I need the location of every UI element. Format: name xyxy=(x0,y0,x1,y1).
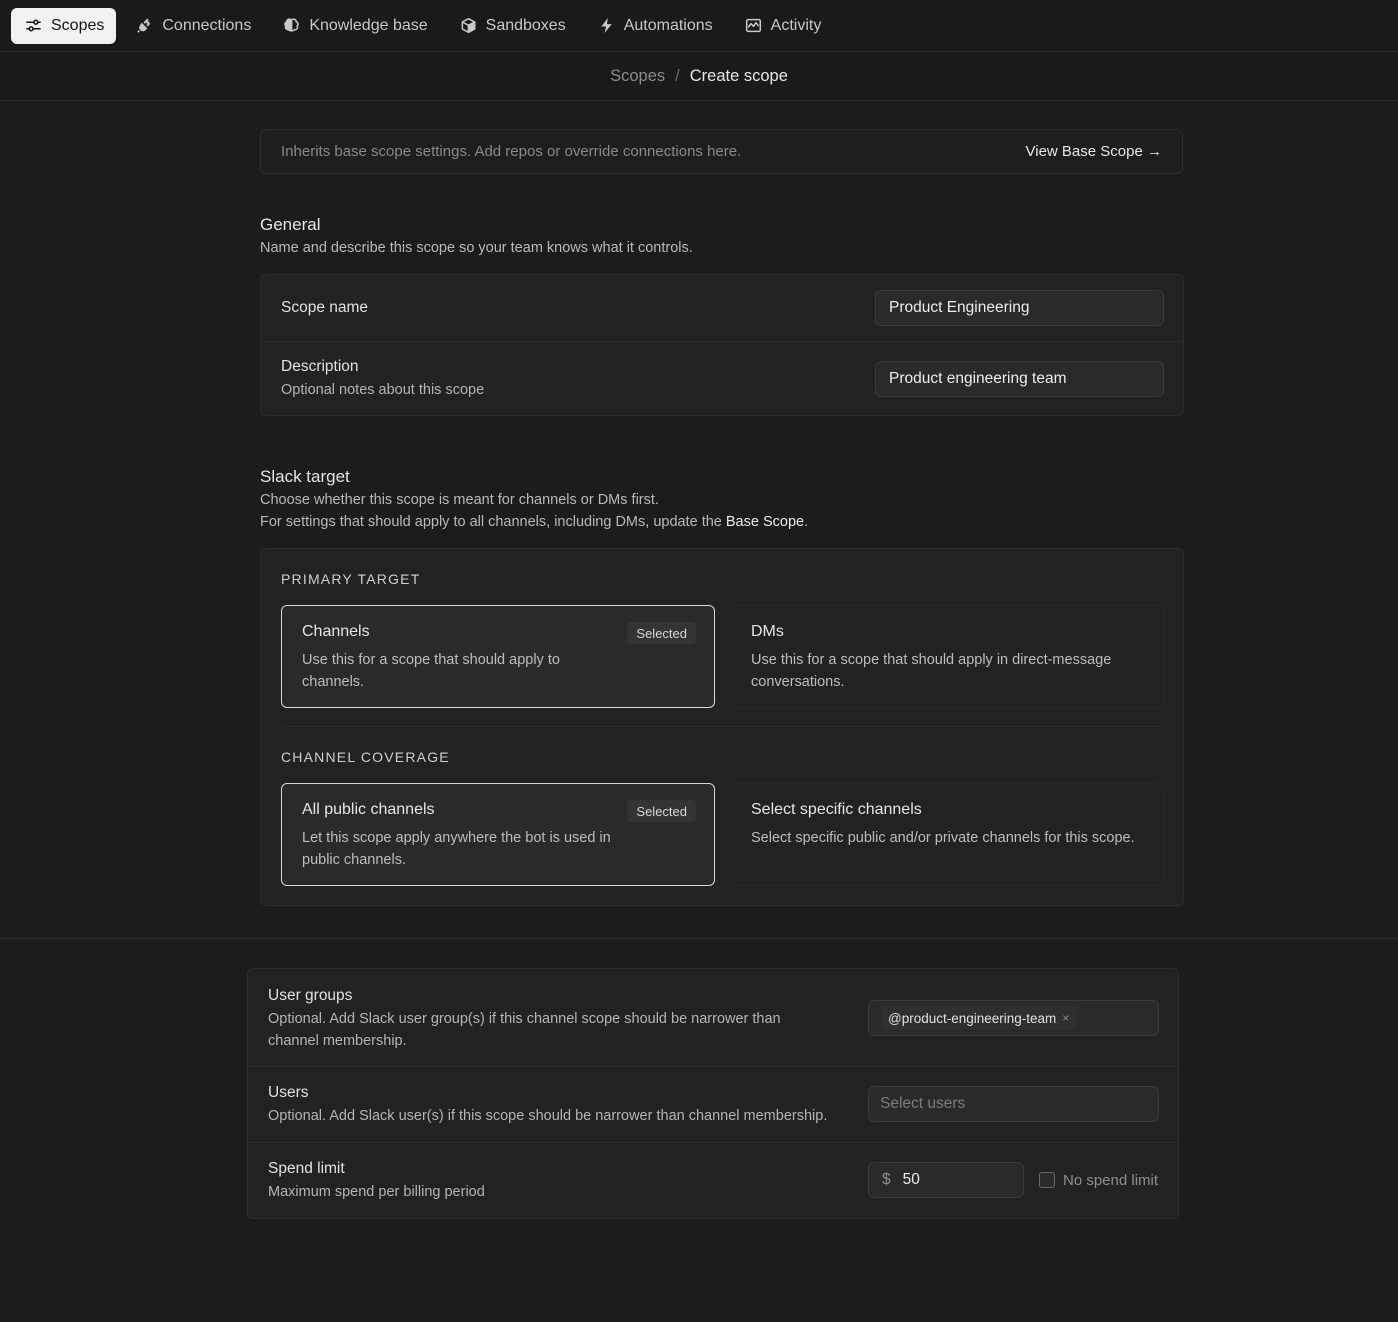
users-label: Users xyxy=(268,1084,309,1101)
description-label: Description xyxy=(281,358,359,375)
general-section-title: General xyxy=(260,215,321,234)
arrow-right-icon: → xyxy=(1147,143,1162,160)
option-dms-title: DMs xyxy=(751,623,784,640)
user-groups-input[interactable]: @product-engineering-team × xyxy=(868,1000,1159,1036)
tab-scopes-label: Scopes xyxy=(51,16,105,34)
slack-target-title: Slack target xyxy=(260,467,350,486)
tab-sandboxes-label: Sandboxes xyxy=(485,16,566,34)
spend-limit-label: Spend limit xyxy=(268,1160,345,1177)
inherit-banner: Inherits base scope settings. Add repos … xyxy=(260,129,1183,174)
breadcrumb: Scopes / Create scope xyxy=(0,53,1398,101)
view-base-scope-link[interactable]: View Base Scope → xyxy=(1026,143,1162,160)
option-all-public-title: All public channels xyxy=(302,801,435,818)
row-divider xyxy=(248,1066,1178,1067)
selected-badge: Selected xyxy=(627,622,696,644)
inherit-banner-text: Inherits base scope settings. Add repos … xyxy=(281,143,742,160)
users-placeholder: Select users xyxy=(880,1095,966,1112)
base-scope-emphasis: Base Scope xyxy=(725,514,805,530)
spend-limit-value: 50 xyxy=(902,1171,920,1188)
row-divider xyxy=(261,341,1183,342)
section-divider xyxy=(281,726,1164,727)
spend-limit-input[interactable]: $ 50 xyxy=(868,1162,1024,1198)
option-select-specific-channels[interactable]: Select specific channels Select specific… xyxy=(730,783,1164,886)
page-divider xyxy=(0,938,1398,939)
lightning-icon xyxy=(601,17,612,34)
option-channels-desc: Use this for a scope that should apply t… xyxy=(302,652,560,690)
cube-icon xyxy=(461,17,476,34)
users-select[interactable]: Select users xyxy=(868,1086,1159,1122)
restrictions-card: User groups Optional. Add Slack user gro… xyxy=(247,968,1179,1219)
plug-icon xyxy=(137,18,151,33)
slack-target-card: PRIMARY TARGET Channels Selected Use thi… xyxy=(260,548,1184,906)
spend-limit-sub: Maximum spend per billing period xyxy=(268,1184,485,1200)
scope-name-label: Scope name xyxy=(281,299,369,316)
description-input[interactable]: Product engineering team xyxy=(875,361,1164,397)
option-channels[interactable]: Channels Selected Use this for a scope t… xyxy=(281,605,715,708)
activity-chart-icon xyxy=(745,18,761,33)
view-base-scope-label: View Base Scope xyxy=(1025,143,1143,160)
user-groups-label: User groups xyxy=(268,987,353,1004)
slack-target-desc-suffix: . xyxy=(804,514,809,530)
tab-knowledge-base[interactable]: Knowledge base xyxy=(269,8,439,44)
description-value: Product engineering team xyxy=(889,370,1067,387)
no-spend-limit-checkbox[interactable] xyxy=(1039,1172,1055,1188)
tab-scopes[interactable]: Scopes xyxy=(11,7,117,44)
page-title: Create scope xyxy=(689,67,788,85)
scope-name-input[interactable]: Product Engineering xyxy=(875,290,1164,326)
general-section-description: Name and describe this scope so your tea… xyxy=(260,240,693,256)
selected-badge: Selected xyxy=(627,800,696,822)
tab-activity-label: Activity xyxy=(770,16,822,34)
slack-target-desc-line1: Choose whether this scope is meant for c… xyxy=(260,492,659,508)
users-sub: Optional. Add Slack user(s) if this scop… xyxy=(268,1108,828,1124)
option-specific-title: Select specific channels xyxy=(751,801,922,818)
user-group-chip-label: @product-engineering-team xyxy=(888,1010,1057,1026)
currency-symbol: $ xyxy=(882,1171,891,1188)
tab-automations-label: Automations xyxy=(623,16,713,34)
no-spend-limit-label[interactable]: No spend limit xyxy=(1063,1172,1158,1189)
tab-sandboxes[interactable]: Sandboxes xyxy=(446,8,578,44)
general-card: Scope name Product Engineering Descripti… xyxy=(260,274,1184,416)
option-dms-desc: Use this for a scope that should apply i… xyxy=(751,652,1112,690)
primary-target-heading: PRIMARY TARGET xyxy=(281,571,421,587)
option-specific-desc: Select specific public and/or private ch… xyxy=(751,830,1135,846)
breadcrumb-scopes-link[interactable]: Scopes xyxy=(610,67,665,86)
description-sub: Optional notes about this scope xyxy=(281,382,485,398)
breadcrumb-separator: / xyxy=(675,67,680,85)
option-dms[interactable]: DMs Use this for a scope that should app… xyxy=(730,605,1164,708)
option-channels-title: Channels xyxy=(302,623,370,640)
tab-connections-label: Connections xyxy=(162,16,252,34)
user-group-chip: @product-engineering-team × xyxy=(881,1006,1077,1030)
chip-remove-icon[interactable]: × xyxy=(1062,1011,1069,1025)
tab-activity[interactable]: Activity xyxy=(731,8,834,44)
sliders-icon xyxy=(26,19,41,32)
brain-icon xyxy=(284,18,300,32)
tab-knowledge-base-label: Knowledge base xyxy=(309,16,428,34)
row-divider xyxy=(248,1142,1178,1143)
option-all-public-channels[interactable]: All public channels Selected Let this sc… xyxy=(281,783,715,886)
channel-coverage-heading: CHANNEL COVERAGE xyxy=(281,749,450,765)
scope-name-value: Product Engineering xyxy=(889,299,1030,316)
top-navigation: Scopes Connections Knowledge base Sandbo… xyxy=(0,0,1398,52)
tab-connections[interactable]: Connections xyxy=(122,8,263,44)
user-groups-sub: Optional. Add Slack user group(s) if thi… xyxy=(268,1011,781,1049)
slack-target-desc-line2: For settings that should apply to all ch… xyxy=(260,511,808,533)
slack-target-desc-prefix: For settings that should apply to all ch… xyxy=(260,514,726,530)
tab-automations[interactable]: Automations xyxy=(584,8,725,44)
option-all-public-desc: Let this scope apply anywhere the bot is… xyxy=(302,830,611,868)
